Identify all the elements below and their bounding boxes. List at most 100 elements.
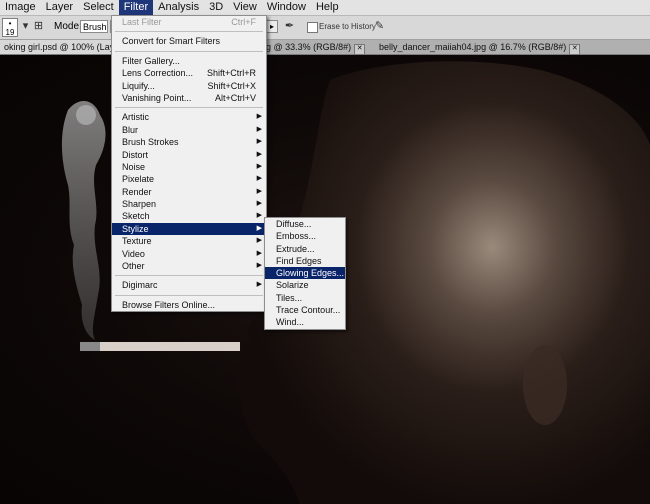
menu-item-label: Last Filter [122,17,162,27]
tab-document-2[interactable]: g @ 33.3% (RGB/8#) ✕ [262,40,369,55]
menu-separator [115,50,263,52]
submenu-item-extrude[interactable]: Extrude... [265,243,345,255]
shortcut-label: Alt+Ctrl+V [214,92,256,103]
menu-separator [115,107,263,109]
shortcut-label: Shift+Ctrl+R [206,68,256,79]
menu-item-brush-strokes[interactable]: Brush Strokes ▶ [112,136,266,148]
menu-item-filter-gallery[interactable]: Filter Gallery... [112,55,266,67]
menu-3d[interactable]: 3D [204,0,228,15]
menu-item-sketch[interactable]: Sketch ▶ [112,210,266,222]
tab-smoking-girl[interactable]: oking girl.psd @ 100% (Layer [0,40,127,54]
menu-item-label: Lens Correction... [122,68,194,79]
menu-item-blur[interactable]: Blur ▶ [112,124,266,136]
submenu-item-emboss[interactable]: Emboss... [265,230,345,242]
close-icon[interactable]: ✕ [354,44,366,55]
menu-item-label: Convert for Smart Filters [122,36,221,47]
submenu-arrow-icon: ▶ [256,150,262,158]
menu-item-convert-smart-filters[interactable]: Convert for Smart Filters [112,35,266,47]
airbrush-icon[interactable]: ✒ [282,19,297,34]
menu-item-pixelate[interactable]: Pixelate ▶ [112,173,266,185]
shortcut-label: Ctrl+F [231,17,256,27]
ear-shape [523,345,567,425]
cigarette-ash-shape [80,342,100,351]
menu-item-noise[interactable]: Noise ▶ [112,161,266,173]
close-icon[interactable]: ✕ [569,44,581,55]
menu-item-label: Filter Gallery... [122,55,180,66]
mode-select[interactable]: Brush [80,20,108,33]
menu-item-other[interactable]: Other ▶ [112,260,266,272]
menu-bar: Image Layer Select Filter Analysis 3D Vi… [0,0,650,16]
flow-dropdown-button[interactable]: ▸ [266,20,278,33]
submenu-item-wind[interactable]: Wind... [265,316,345,328]
submenu-arrow-icon: ▶ [256,113,262,121]
submenu-item-find-edges[interactable]: Find Edges [265,255,345,267]
menu-item-browse-filters-online[interactable]: Browse Filters Online... [112,299,266,311]
menu-separator [115,31,263,33]
menu-item-label: Brush Strokes [122,137,179,148]
brush-dot-icon: • [8,19,12,28]
menu-item-label: Sharpen [122,199,157,210]
document-tab-bar: oking girl.psd @ 100% (Layer g @ 33.3% (… [0,40,650,55]
menu-item-label: Other [122,261,145,272]
menu-item-artistic[interactable]: Artistic ▶ [112,111,266,123]
erase-to-history-label: Erase to History [319,22,376,31]
menu-item-stylize[interactable]: Stylize ▶ [112,222,266,236]
menu-select[interactable]: Select [78,0,119,15]
menu-item-sharpen[interactable]: Sharpen ▶ [112,198,266,210]
menu-item-label: Artistic [122,112,149,123]
submenu-arrow-icon: ▶ [256,262,262,270]
menu-item-video[interactable]: Video ▶ [112,248,266,260]
submenu-arrow-icon: ▶ [256,249,262,257]
menu-analysis[interactable]: Analysis [153,0,204,15]
submenu-arrow-icon: ▶ [256,138,262,146]
menu-item-label: Blur [122,124,139,135]
submenu-item-diffuse[interactable]: Diffuse... [265,218,345,230]
menu-view[interactable]: View [228,0,262,15]
submenu-arrow-icon: ▶ [256,125,262,133]
menu-item-last-filter[interactable]: Last Filter Ctrl+F [112,16,266,28]
submenu-arrow-icon: ▶ [256,200,262,208]
menu-item-label: Render [122,186,152,197]
submenu-item-glowing-edges[interactable]: Glowing Edges... [265,267,345,280]
menu-item-label: Stylize [122,223,149,234]
menu-separator [115,275,263,277]
menu-item-label: Vanishing Point... [122,92,192,103]
submenu-arrow-icon: ▶ [256,281,262,289]
tablet-pressure-icon[interactable]: ✎ [372,19,387,34]
submenu-item-solarize[interactable]: Solarize [265,279,345,291]
submenu-arrow-icon: ▶ [256,162,262,170]
tab-label: g @ 33.3% (RGB/8#) [266,42,352,52]
menu-item-distort[interactable]: Distort ▶ [112,149,266,161]
submenu-item-trace-contour[interactable]: Trace Contour... [265,304,345,316]
filter-menu-dropdown: Last Filter Ctrl+F Convert for Smart Fil… [111,15,267,313]
menu-filter[interactable]: Filter [118,0,154,15]
submenu-arrow-icon: ▶ [256,175,262,183]
menu-item-label: Sketch [122,211,150,222]
menu-item-label: Distort [122,149,149,160]
menu-image[interactable]: Image [0,0,41,15]
menu-item-label: Digimarc [122,280,158,291]
menu-item-label: Browse Filters Online... [122,299,216,310]
brush-panel-icon[interactable]: ⊞ [31,19,46,34]
submenu-item-tiles[interactable]: Tiles... [265,292,345,304]
menu-help[interactable]: Help [311,0,344,15]
menu-item-label: Pixelate [122,174,155,185]
menu-item-texture[interactable]: Texture ▶ [112,235,266,247]
erase-to-history-checkbox[interactable] [307,22,318,33]
menu-layer[interactable]: Layer [41,0,79,15]
brush-preset-picker[interactable]: • 19 [2,18,18,37]
menu-item-digimarc[interactable]: Digimarc ▶ [112,279,266,291]
tab-belly-dancer[interactable]: belly_dancer_maiiah04.jpg @ 16.7% (RGB/8… [375,40,584,55]
menu-item-vanishing-point[interactable]: Vanishing Point... Alt+Ctrl+V [112,92,266,104]
menu-window[interactable]: Window [262,0,311,15]
submenu-arrow-icon: ▶ [256,187,262,195]
menu-item-render[interactable]: Render ▶ [112,186,266,198]
stylize-submenu: Diffuse... Emboss... Extrude... Find Edg… [264,217,346,330]
menu-item-label: Video [122,248,145,259]
menu-item-liquify[interactable]: Liquify... Shift+Ctrl+X [112,80,266,92]
mode-label: Mode: [54,21,82,32]
submenu-arrow-icon: ▶ [256,224,262,232]
menu-item-label: Liquify... [122,80,155,91]
submenu-arrow-icon: ▶ [256,212,262,220]
menu-item-lens-correction[interactable]: Lens Correction... Shift+Ctrl+R [112,67,266,79]
